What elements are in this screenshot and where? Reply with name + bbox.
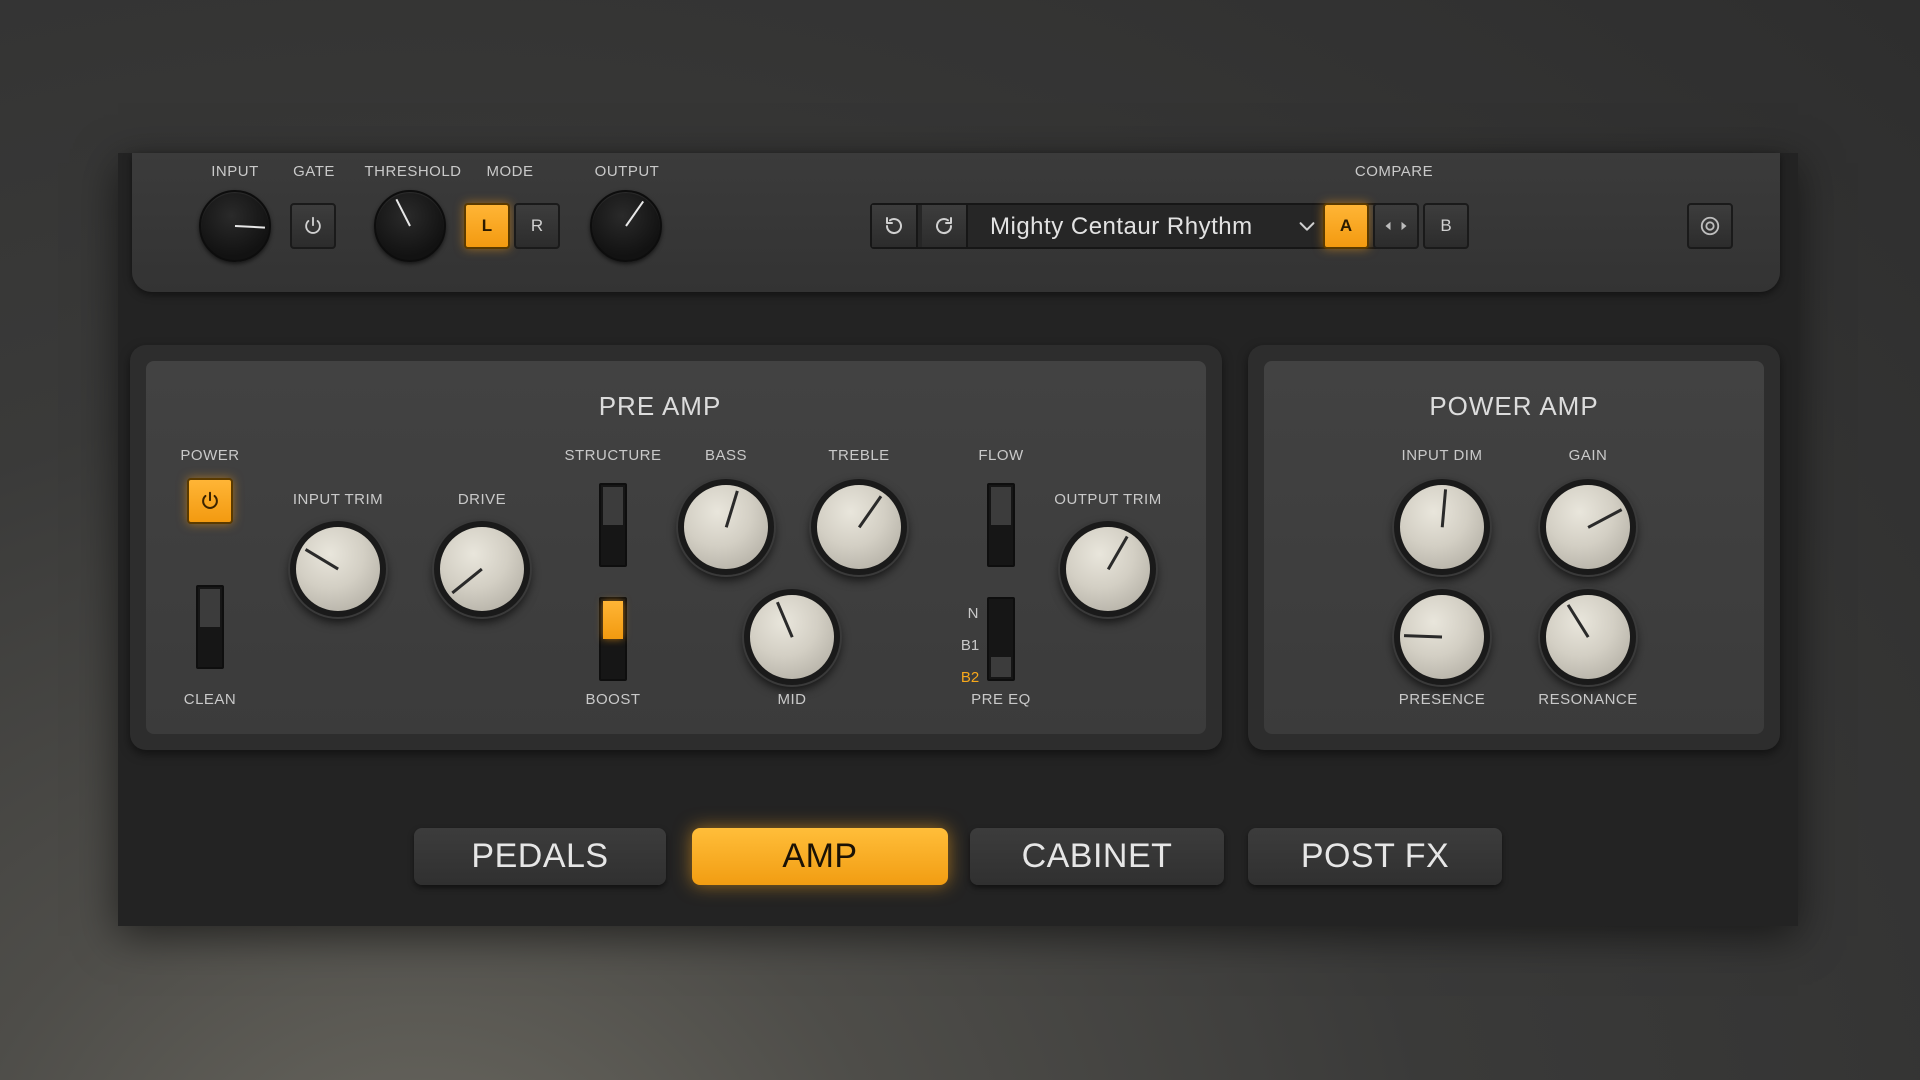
preset-dropdown-button[interactable]	[1296, 215, 1318, 237]
mid-label: MID	[777, 691, 807, 708]
undo-icon	[885, 217, 902, 235]
structure-label: STRUCTURE	[564, 447, 662, 464]
output-trim-knob[interactable]	[1060, 521, 1156, 617]
mid-knob[interactable]	[744, 589, 840, 685]
mode-left-button[interactable]: L	[464, 203, 510, 249]
compare-b-button[interactable]: B	[1423, 203, 1469, 249]
treble-label: TREBLE	[828, 447, 890, 464]
tab-pedals[interactable]: PEDALS	[414, 828, 666, 885]
boost-label: BOOST	[585, 691, 641, 708]
output-trim-label: OUTPUT TRIM	[1054, 491, 1162, 508]
resonance-knob[interactable]	[1540, 589, 1636, 685]
compare-swap-button[interactable]	[1373, 203, 1419, 249]
mode-right-button[interactable]: R	[514, 203, 560, 249]
resonance-label: RESONANCE	[1538, 691, 1638, 708]
settings-icon	[1700, 216, 1720, 236]
presence-label: PRESENCE	[1398, 691, 1486, 708]
input-knob[interactable]	[199, 190, 271, 262]
bass-label: BASS	[704, 447, 748, 464]
gain-label: GAIN	[1568, 447, 1608, 464]
drive-knob[interactable]	[434, 521, 530, 617]
pre-eq-option-b2[interactable]: B2	[961, 669, 979, 686]
structure-switch[interactable]	[599, 483, 627, 567]
boost-switch[interactable]	[599, 597, 627, 681]
tab-post-fx[interactable]: POST FX	[1248, 828, 1502, 885]
treble-knob[interactable]	[811, 479, 907, 575]
output-label: OUTPUT	[594, 163, 660, 180]
pre-amp-panel: PRE AMP POWER CLEAN INPUT TRIM DRIVE STR…	[130, 345, 1222, 750]
bass-knob[interactable]	[678, 479, 774, 575]
preset-selector: Mighty Centaur Rhythm	[870, 203, 1394, 249]
input-dim-knob[interactable]	[1394, 479, 1490, 575]
drive-label: DRIVE	[457, 491, 507, 508]
clean-label: CLEAN	[183, 691, 237, 708]
power-icon	[202, 491, 218, 509]
arrow-left-icon	[1385, 221, 1391, 231]
top-toolbar: INPUT GATE THRESHOLD MODE L R OUTPUT Mig…	[132, 153, 1780, 292]
undo-button[interactable]	[872, 205, 918, 247]
compare-label: COMPARE	[1354, 163, 1434, 180]
power-amp-title: POWER AMP	[1429, 391, 1599, 421]
pre-eq-switch[interactable]	[987, 597, 1015, 681]
amp-plugin-window: INPUT GATE THRESHOLD MODE L R OUTPUT Mig…	[118, 153, 1798, 926]
clean-switch[interactable]	[196, 585, 224, 669]
flow-switch[interactable]	[987, 483, 1015, 567]
power-label: POWER	[180, 447, 240, 464]
compare-a-button[interactable]: A	[1323, 203, 1369, 249]
pre-amp-face: PRE AMP POWER CLEAN INPUT TRIM DRIVE STR…	[146, 361, 1206, 734]
gate-power-button[interactable]	[290, 203, 336, 249]
power-amp-panel: POWER AMP INPUT DIM GAIN PRESENCE RESONA…	[1248, 345, 1780, 750]
presence-knob[interactable]	[1394, 589, 1490, 685]
power-icon	[305, 216, 321, 234]
flow-label: FLOW	[978, 447, 1024, 464]
pre-eq-label: PRE EQ	[971, 691, 1031, 708]
mode-label: MODE	[486, 163, 534, 180]
settings-button[interactable]	[1687, 203, 1733, 249]
input-trim-knob[interactable]	[290, 521, 386, 617]
gate-label: GATE	[293, 163, 335, 180]
redo-icon	[936, 217, 953, 235]
preset-name[interactable]: Mighty Centaur Rhythm	[990, 213, 1253, 241]
redo-button[interactable]	[922, 205, 968, 247]
power-amp-face: POWER AMP INPUT DIM GAIN PRESENCE RESONA…	[1264, 361, 1764, 734]
gain-knob[interactable]	[1540, 479, 1636, 575]
tab-amp[interactable]: AMP	[692, 828, 948, 885]
tab-cabinet[interactable]: CABINET	[970, 828, 1224, 885]
threshold-knob[interactable]	[374, 190, 446, 262]
pre-eq-option-n[interactable]: N	[968, 605, 979, 622]
input-label: INPUT	[211, 163, 259, 180]
pre-eq-option-b1[interactable]: B1	[961, 637, 979, 654]
arrow-right-icon	[1401, 221, 1407, 231]
pre-amp-title: PRE AMP	[598, 391, 722, 421]
output-knob[interactable]	[590, 190, 662, 262]
input-trim-label: INPUT TRIM	[292, 491, 384, 508]
input-dim-label: INPUT DIM	[1401, 447, 1483, 464]
chevron-down-icon	[1299, 222, 1315, 231]
threshold-label: THRESHOLD	[364, 163, 462, 180]
preamp-power-button[interactable]	[187, 478, 233, 524]
